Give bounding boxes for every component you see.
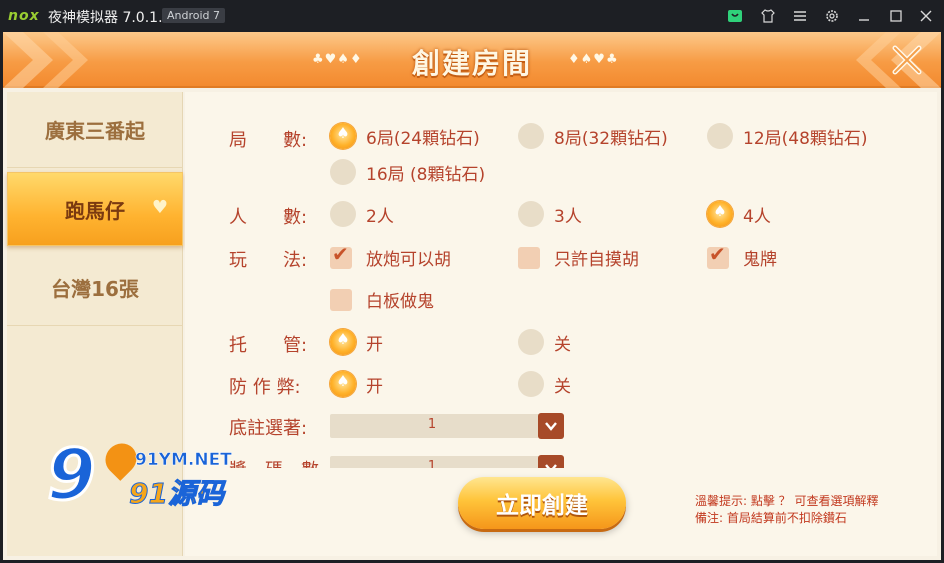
radio-icon	[330, 201, 356, 227]
hosting-label: 托 管:	[229, 335, 308, 356]
hosting-option-on[interactable]: 开	[330, 329, 383, 355]
rounds-option-8[interactable]: 8局(32顆钻石)	[518, 123, 668, 149]
tip-note: 備注: 首局結算前不扣除鑽石	[695, 511, 847, 525]
option-label: 只許自摸胡	[554, 250, 639, 270]
heart-icon: ♥	[151, 197, 168, 218]
close-icon	[892, 45, 922, 75]
suits-decoration-right: ♦♠♥♣	[568, 52, 619, 67]
option-label: 鬼牌	[743, 250, 777, 270]
option-label: 4人	[743, 206, 771, 227]
option-label: 6局(24顆钻石)	[366, 128, 480, 149]
hosting-option-off[interactable]: 关	[518, 329, 571, 355]
radio-icon	[518, 123, 544, 149]
players-option-4[interactable]: 4人	[707, 201, 771, 227]
radio-selected-icon	[707, 201, 733, 227]
sidebar-item-label: 跑馬仔	[65, 198, 125, 223]
shop-icon[interactable]	[725, 6, 745, 26]
page-title: 創建房間	[411, 47, 532, 80]
rounds-option-12[interactable]: 12局(48顆钻石)	[707, 123, 868, 149]
rounds-label: 局 數:	[229, 130, 308, 151]
option-label: 2人	[366, 206, 394, 227]
radio-icon	[518, 371, 544, 397]
android-version-badge: Android 7	[162, 8, 226, 23]
radio-selected-icon	[330, 329, 356, 355]
maximize-icon[interactable]	[886, 6, 906, 26]
sidebar-item-guangdong[interactable]: 廣東三番起	[7, 92, 183, 168]
rounds-option-16[interactable]: 16局 (8顆钻石)	[330, 159, 485, 185]
rule-self-draw-only[interactable]: 只許自摸胡	[518, 245, 639, 270]
option-label: 关	[554, 376, 571, 397]
nox-logo: nox	[8, 8, 40, 24]
watermark-name: 91源码	[129, 477, 225, 511]
dialog-header: ♣♥♠♦ 創建房間 ♦♠♥♣	[3, 32, 941, 88]
radio-selected-icon	[330, 123, 356, 149]
base-bet-value: 1	[427, 417, 437, 432]
rules-label: 玩 法:	[229, 250, 308, 271]
watermark-digit: 9	[46, 434, 98, 516]
players-option-2[interactable]: 2人	[330, 201, 394, 227]
watermark-domain: 91YM.NET	[135, 450, 232, 471]
option-label: 3人	[554, 206, 582, 227]
create-room-button[interactable]: 立即創建	[458, 477, 626, 529]
players-option-3[interactable]: 3人	[518, 201, 582, 227]
settings-icon[interactable]	[822, 6, 842, 26]
close-window-icon[interactable]	[916, 6, 936, 26]
option-label: 8局(32顆钻石)	[554, 128, 668, 149]
rule-discard-win[interactable]: 放炮可以胡	[330, 242, 451, 270]
rule-ghost-tiles[interactable]: 鬼牌	[707, 242, 777, 270]
rule-white-dragon-ghost[interactable]: 白板做鬼	[330, 287, 434, 312]
emulator-titlebar: nox 夜神模拟器 7.0.1.0 Android 7	[0, 0, 944, 32]
option-label: 开	[366, 334, 383, 355]
option-label: 开	[366, 376, 383, 397]
chevron-down-icon	[538, 413, 564, 439]
menu-icon[interactable]	[790, 6, 810, 26]
chevron-down-icon	[538, 455, 564, 468]
radio-icon	[518, 329, 544, 355]
horse-count-select[interactable]: 1	[330, 455, 564, 468]
option-label: 12局(48顆钻石)	[743, 128, 868, 149]
base-bet-select[interactable]: 1	[330, 413, 564, 439]
close-dialog-button[interactable]	[887, 40, 927, 80]
sidebar-item-label: 廣東三番起	[45, 119, 145, 143]
checkbox-checked-icon	[707, 242, 729, 269]
rounds-option-6[interactable]: 6局(24顆钻石)	[330, 123, 480, 149]
shirt-icon[interactable]	[758, 6, 778, 26]
sidebar-item-taiwan16[interactable]: 台灣16張	[7, 250, 183, 326]
checkbox-icon	[330, 288, 352, 311]
radio-icon	[330, 159, 356, 185]
horse-row-clip: 獎 碼 數 1	[185, 452, 937, 468]
window-title: 夜神模拟器 7.0.1.0	[48, 10, 172, 26]
players-label: 人 數:	[229, 207, 308, 228]
checkbox-icon	[518, 246, 540, 269]
radio-icon	[707, 123, 733, 149]
game-viewport: ♣♥♠♦ 創建房間 ♦♠♥♣ 廣東三番起 跑馬仔 ♥ 台灣16張 局 數: 6局…	[3, 32, 941, 560]
horse-count-value: 1	[427, 459, 437, 468]
radio-icon	[518, 201, 544, 227]
checkbox-checked-icon	[330, 242, 352, 269]
anticheat-option-on[interactable]: 开	[330, 371, 383, 397]
minimize-icon[interactable]	[854, 6, 874, 26]
option-label: 16局 (8顆钻石)	[366, 164, 486, 185]
option-label: 白板做鬼	[366, 292, 434, 312]
watermark-logo: 9 91YM.NET 91源码	[46, 434, 247, 540]
sidebar-item-label: 台灣16張	[51, 277, 139, 301]
option-label: 放炮可以胡	[366, 250, 451, 270]
anticheat-label: 防 作 弊:	[229, 377, 301, 398]
option-label: 关	[554, 334, 571, 355]
sidebar-item-paomazai[interactable]: 跑馬仔 ♥	[7, 172, 183, 246]
radio-selected-icon	[330, 371, 356, 397]
anticheat-option-off[interactable]: 关	[518, 371, 571, 397]
base-bet-label: 底註選著:	[229, 418, 308, 439]
tip-hint: 溫馨提示: 點擊 ？ 可查看選項解釋	[695, 494, 879, 508]
